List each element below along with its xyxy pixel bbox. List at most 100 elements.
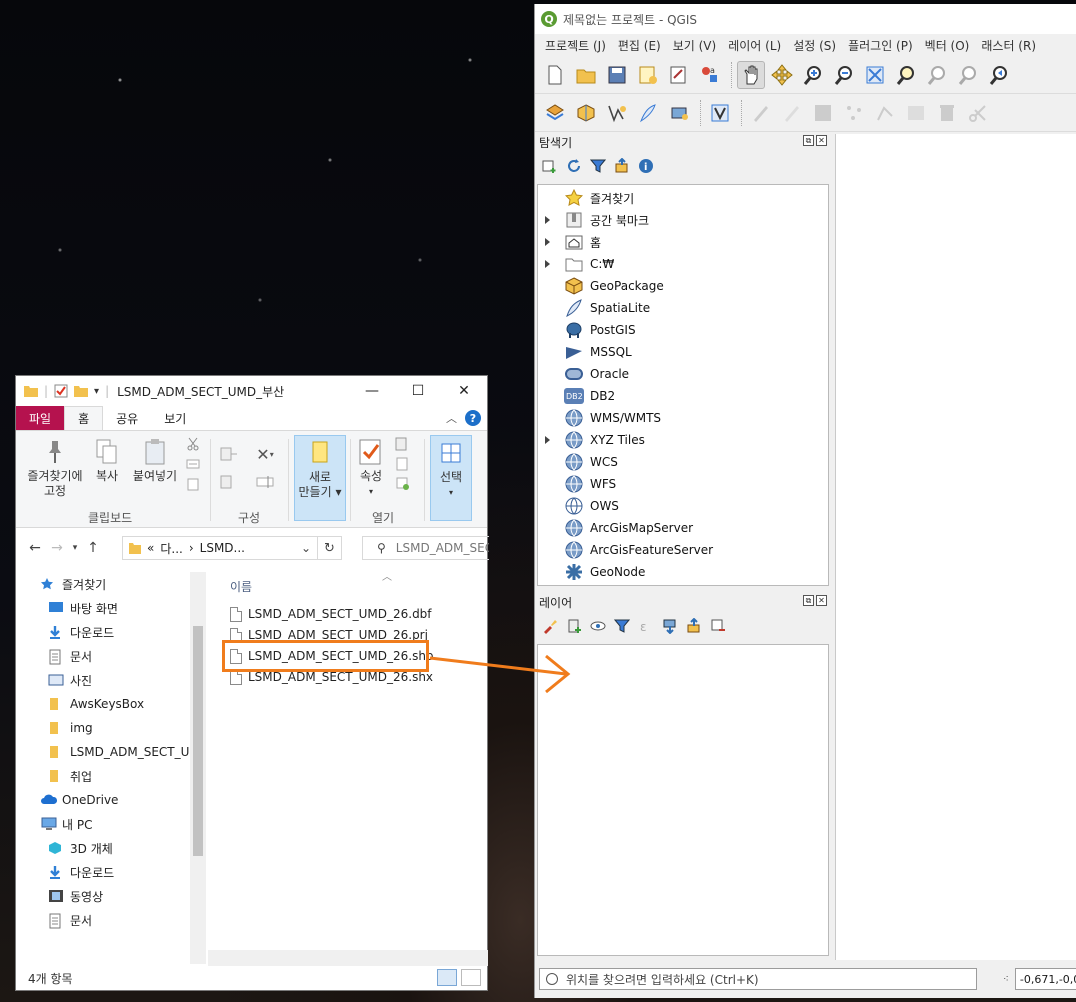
menu-item[interactable]: 래스터 (R) xyxy=(981,37,1036,54)
browser-item[interactable]: GeoPackage xyxy=(538,275,828,297)
maximize-button[interactable]: ☐ xyxy=(395,376,441,406)
forward-arrow-icon[interactable]: → xyxy=(46,540,68,556)
menu-item[interactable]: 보기 (V) xyxy=(673,37,716,54)
browser-item[interactable]: PostGIS xyxy=(538,319,828,341)
nav-item[interactable]: 다운로드 xyxy=(16,860,206,884)
refresh-icon[interactable]: ↻ xyxy=(318,536,342,560)
help-icon[interactable]: ? xyxy=(465,410,481,426)
nav-item[interactable]: 문서 xyxy=(16,908,206,932)
up-arrow-icon[interactable]: ↑ xyxy=(82,540,104,556)
nav-item[interactable]: 즐겨찾기 xyxy=(16,572,206,596)
open-icon[interactable] xyxy=(392,435,414,453)
browser-item[interactable]: SpatiaLite xyxy=(538,297,828,319)
nav-item[interactable]: 내 PC xyxy=(16,812,206,836)
zoom-full-icon[interactable] xyxy=(861,61,889,89)
expand-arrow-icon[interactable] xyxy=(545,216,550,224)
locator-search-input[interactable]: 위치를 찾으려면 입력하세요 (Ctrl+K) xyxy=(539,968,977,990)
delete-icon[interactable]: ✕ ▾ xyxy=(254,445,276,464)
browser-item[interactable]: XYZ Tiles xyxy=(538,429,828,451)
nav-item[interactable]: img xyxy=(16,716,206,740)
browser-item[interactable]: ArcGisMapServer xyxy=(538,517,828,539)
data-source-manager-icon[interactable] xyxy=(541,99,569,127)
save-edits-icon[interactable] xyxy=(809,99,837,127)
menu-item[interactable]: 설정 (S) xyxy=(793,37,836,54)
chevron-down-icon[interactable]: ⌄ xyxy=(301,541,311,555)
file-row[interactable]: LSMD_ADM_SECT_UMD_26.dbf xyxy=(230,604,432,624)
nav-item[interactable]: 사진📌 xyxy=(16,668,206,692)
paste-shortcut-icon[interactable] xyxy=(182,475,204,493)
toggle-editing-icon[interactable] xyxy=(778,99,806,127)
new-virtual-layer-icon[interactable] xyxy=(706,99,734,127)
menu-item[interactable]: 편집 (E) xyxy=(618,37,661,54)
nav-item[interactable]: 문서📌 xyxy=(16,644,206,668)
browser-item[interactable]: WFS xyxy=(538,473,828,495)
info-icon[interactable]: i xyxy=(637,157,655,175)
browser-item[interactable]: GeoNode xyxy=(538,561,828,583)
new-folder-button[interactable]: 새로 만들기 ▾ xyxy=(294,435,346,521)
nav-item[interactable]: 바탕 화면📌 xyxy=(16,596,206,620)
browser-item[interactable]: OWS xyxy=(538,495,828,517)
minimize-button[interactable]: — xyxy=(349,376,395,406)
cut-features-icon[interactable] xyxy=(964,99,992,127)
horizontal-scrollbar[interactable] xyxy=(208,950,488,966)
nav-item[interactable]: 취업 xyxy=(16,764,206,788)
expand-arrow-icon[interactable] xyxy=(545,238,550,246)
new-folder-icon[interactable] xyxy=(74,385,89,397)
filter-legend-icon[interactable] xyxy=(613,617,631,635)
cut-icon[interactable] xyxy=(182,435,204,453)
refresh-icon[interactable] xyxy=(565,157,583,175)
browser-item[interactable]: MSSQL xyxy=(538,341,828,363)
back-arrow-icon[interactable]: ← xyxy=(24,540,46,556)
paste-button[interactable]: 붙여넣기 xyxy=(128,437,182,484)
address-bar[interactable]: « 다... › LSMD... ⌄ xyxy=(122,536,318,560)
nav-item[interactable]: 3D 개체 xyxy=(16,836,206,860)
browser-item[interactable]: WCS xyxy=(538,451,828,473)
nav-item[interactable]: LSMD_ADM_SECT_UM xyxy=(16,740,206,764)
filter-icon[interactable] xyxy=(589,157,607,175)
collapse-ribbon-icon[interactable]: ︿ xyxy=(446,410,457,426)
copy-to-icon[interactable] xyxy=(218,473,240,491)
float-panel-icon[interactable]: ⧉ xyxy=(803,135,814,146)
browser-item[interactable]: 홈 xyxy=(538,231,828,253)
zoom-native-icon[interactable] xyxy=(954,61,982,89)
tab-share[interactable]: 공유 xyxy=(103,406,151,430)
tab-file[interactable]: 파일 xyxy=(16,406,65,430)
expand-arrow-icon[interactable] xyxy=(545,436,550,444)
modify-attributes-icon[interactable] xyxy=(902,99,930,127)
browser-item[interactable]: 공간 북마크 xyxy=(538,209,828,231)
collapse-all-layers-icon[interactable] xyxy=(685,617,703,635)
add-group-icon[interactable] xyxy=(565,617,583,635)
search-input[interactable]: ⚲ LSMD_ADM_SECT_UMD_26 xyxy=(362,536,489,560)
menu-item[interactable]: 벡터 (O) xyxy=(925,37,970,54)
layers-tree[interactable] xyxy=(537,644,829,956)
navigation-scrollbar[interactable] xyxy=(190,572,206,964)
delete-selected-icon[interactable] xyxy=(933,99,961,127)
nav-item[interactable]: 동영상 xyxy=(16,884,206,908)
nav-item[interactable]: OneDrive xyxy=(16,788,206,812)
zoom-to-selection-icon[interactable] xyxy=(892,61,920,89)
new-geopackage-layer-icon[interactable] xyxy=(572,99,600,127)
menu-item[interactable]: 플러그인 (P) xyxy=(848,37,913,54)
breadcrumb-overflow[interactable]: « xyxy=(147,541,154,555)
map-canvas[interactable] xyxy=(835,134,1076,960)
recent-locations-icon[interactable]: ▾ xyxy=(68,543,82,553)
vertex-tool-icon[interactable] xyxy=(871,99,899,127)
new-print-layout-icon[interactable] xyxy=(634,61,662,89)
customize-toolbar-icon[interactable]: ▾ xyxy=(94,386,99,397)
save-project-icon[interactable] xyxy=(603,61,631,89)
layer-styling-icon[interactable] xyxy=(541,617,559,635)
expand-all-icon[interactable] xyxy=(661,617,679,635)
rename-icon[interactable] xyxy=(254,473,276,491)
zoom-to-layer-icon[interactable] xyxy=(923,61,951,89)
collapse-all-icon[interactable] xyxy=(613,157,631,175)
coordinate-field[interactable]: -0,671,-0,0 xyxy=(1014,968,1076,990)
browser-item[interactable]: C:₩ xyxy=(538,253,828,275)
breadcrumb-part-1[interactable]: 다... xyxy=(160,540,182,557)
digitize-icon[interactable] xyxy=(840,99,868,127)
browser-item[interactable]: ArcGisFeatureServer xyxy=(538,539,828,561)
new-project-icon[interactable] xyxy=(541,61,569,89)
edit-icon[interactable] xyxy=(392,455,414,473)
properties-icon[interactable] xyxy=(54,384,68,398)
column-header-name[interactable]: 이름 xyxy=(230,578,252,595)
breadcrumb-part-2[interactable]: LSMD... xyxy=(200,541,245,555)
